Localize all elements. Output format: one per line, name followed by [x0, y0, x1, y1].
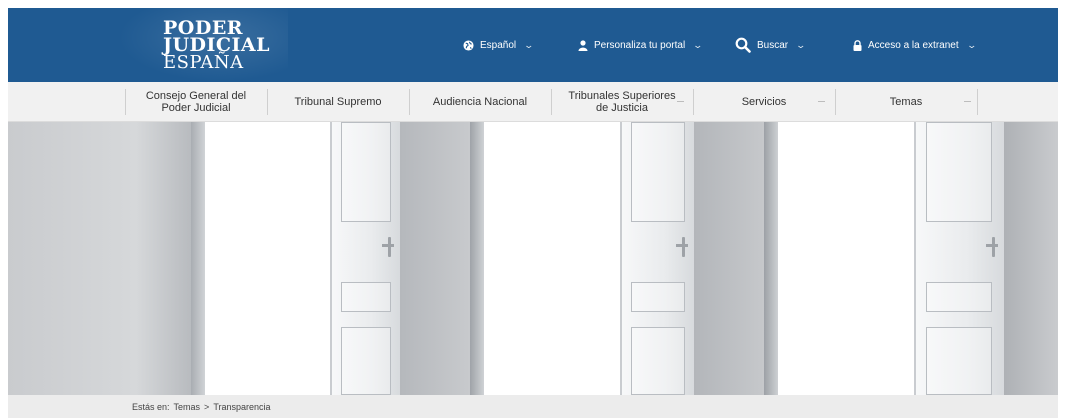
nav-label-line: Poder Judicial	[161, 102, 231, 114]
nav-item-label: Audiencia Nacional	[432, 96, 528, 108]
chevron-down-icon: ⌄	[795, 39, 807, 50]
nav-item-audiencia-nacional[interactable]: Audiencia Nacional	[409, 82, 551, 122]
hero-image-doors	[8, 122, 1058, 395]
doorway-opening	[484, 122, 624, 395]
globe-icon	[463, 39, 474, 51]
chevron-down-icon: ⌄	[966, 39, 977, 50]
logo-line-3: ESPAÑA	[163, 52, 244, 73]
breadcrumb: Estás en: Temas > Transparencia	[8, 395, 1058, 418]
extranet-access[interactable]: Acceso a la extranet ⌄	[853, 8, 977, 82]
language-label: Español	[480, 39, 517, 51]
site-header: PODER JUDICIAL ESPAÑA Español ⌄ Personal…	[8, 8, 1058, 82]
nav-label-line: Consejo General del	[145, 90, 247, 102]
nav-item-label: Consejo General del Poder Judicial	[146, 90, 246, 114]
search-icon	[735, 37, 751, 53]
nav-item-label: Temas	[889, 96, 923, 108]
open-door	[330, 122, 400, 395]
nav-item-label: Servicios	[741, 96, 787, 108]
nav-item-cgpj[interactable]: Consejo General del Poder Judicial	[125, 82, 267, 122]
nav-item-temas[interactable]: Temas	[835, 82, 977, 122]
open-door	[914, 122, 1004, 395]
door-jamb	[470, 122, 484, 395]
chevron-down-icon: ⌄	[523, 39, 535, 50]
extranet-label: Acceso a la extranet	[868, 39, 959, 51]
breadcrumb-item-transparencia[interactable]: Transparencia	[213, 402, 270, 412]
door-jamb	[764, 122, 778, 395]
dropdown-indicator-icon	[964, 101, 971, 102]
breadcrumb-separator: >	[204, 401, 210, 412]
nav-label-line: Tribunales Superiores	[568, 90, 676, 102]
lock-icon	[853, 39, 862, 51]
wall-segment	[694, 122, 764, 395]
personalize-portal[interactable]: Personaliza tu portal ⌄	[578, 8, 704, 82]
nav-item-label: Tribunales Superiores de Justicia	[568, 90, 675, 114]
nav-item-tribunales-superiores[interactable]: Tribunales Superiores de Justicia	[551, 82, 693, 122]
nav-divider	[977, 89, 978, 115]
wall-segment	[8, 122, 191, 395]
nav-item-servicios[interactable]: Servicios	[693, 82, 835, 122]
doorway-opening	[778, 122, 918, 395]
language-selector[interactable]: Español ⌄	[463, 8, 535, 82]
personalize-label: Personaliza tu portal	[594, 39, 686, 51]
breadcrumb-item-temas[interactable]: Temas	[174, 402, 201, 412]
dropdown-indicator-icon	[818, 101, 825, 102]
breadcrumb-prefix: Estás en:	[132, 401, 170, 412]
door-jamb	[191, 122, 205, 395]
dropdown-indicator-icon	[677, 101, 684, 102]
wall-segment	[1004, 122, 1058, 395]
nav-item-tribunal-supremo[interactable]: Tribunal Supremo	[267, 82, 409, 122]
user-icon	[578, 39, 588, 51]
chevron-down-icon: ⌄	[692, 39, 704, 50]
nav-label-line: de Justicia	[596, 102, 648, 114]
doorway-opening	[205, 122, 335, 395]
wall-segment	[400, 122, 470, 395]
search-button[interactable]: Buscar ⌄	[735, 8, 807, 82]
open-door	[620, 122, 694, 395]
main-nav: Consejo General del Poder Judicial Tribu…	[8, 82, 1058, 122]
site-logo[interactable]: PODER JUDICIAL ESPAÑA	[163, 19, 270, 73]
search-label: Buscar	[757, 39, 789, 51]
nav-item-label: Tribunal Supremo	[294, 96, 382, 108]
